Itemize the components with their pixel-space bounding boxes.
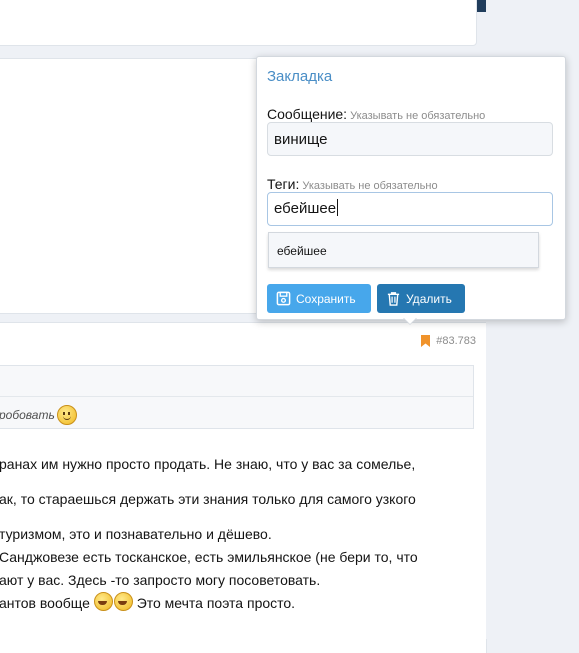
post-line-last: антов вообще Это мечта поэта просто. xyxy=(0,592,485,615)
save-icon xyxy=(276,291,291,306)
tags-hint: Указывать не обязательно xyxy=(302,180,438,192)
popup-pointer xyxy=(403,317,417,324)
tags-input[interactable]: ебейшее xyxy=(267,192,553,226)
post-line: ают у вас. Здесь -то запросто могу посов… xyxy=(0,572,321,588)
laugh-emoji-icon xyxy=(113,592,133,611)
bookmark-popup: Закладка Сообщение: Указывать не обязател… xyxy=(256,56,566,320)
delete-button[interactable]: Удалить xyxy=(377,284,465,313)
previous-post-card xyxy=(0,0,477,46)
smile-emoji-icon xyxy=(56,405,77,425)
post-meta: #83.783 xyxy=(421,335,476,347)
post-body: ранах им нужно просто продать. Не знаю, … xyxy=(0,453,485,615)
post-number[interactable]: #83.783 xyxy=(436,335,476,347)
laugh-emoji-icon xyxy=(93,592,113,611)
post-line-fragment: Это мечта поэта просто. xyxy=(136,595,296,611)
post-line: ранах им нужно просто продать. Не знаю, … xyxy=(0,456,416,472)
quote-fragment: робовать xyxy=(0,408,55,422)
tag-suggestion-item[interactable]: ебейшее xyxy=(268,232,539,268)
popup-title: Закладка xyxy=(267,68,333,85)
tags-label: Теги: xyxy=(267,176,300,192)
message-hint: Указывать не обязательно xyxy=(350,110,486,122)
post-line: Санджовезе есть тосканское, есть эмильян… xyxy=(0,549,418,565)
post-card-83783: #83.783 робовать ранах им нужно просто п… xyxy=(0,322,487,653)
tags-input-value: ебейшее xyxy=(274,200,337,217)
bookmark-icon[interactable] xyxy=(421,335,431,347)
post-line: ак, то стараешься держать эти знания тол… xyxy=(0,491,416,507)
quote-text: робовать xyxy=(0,405,77,425)
trash-icon xyxy=(387,292,400,306)
message-input[interactable] xyxy=(267,122,553,156)
message-label: Сообщение: xyxy=(267,106,348,122)
text-caret xyxy=(337,199,339,216)
quote-header[interactable] xyxy=(0,366,473,397)
post-line-fragment: антов вообще xyxy=(0,595,90,611)
message-label-row: Сообщение: Указывать не обязательно xyxy=(267,106,485,122)
save-button-label: Сохранить xyxy=(296,291,356,306)
save-button[interactable]: Сохранить xyxy=(267,284,371,313)
post-line: туризмом, это и познавательно и дёшево. xyxy=(0,526,272,542)
delete-button-label: Удалить xyxy=(406,291,452,306)
tags-label-row: Теги: Указывать не обязательно xyxy=(267,176,438,192)
